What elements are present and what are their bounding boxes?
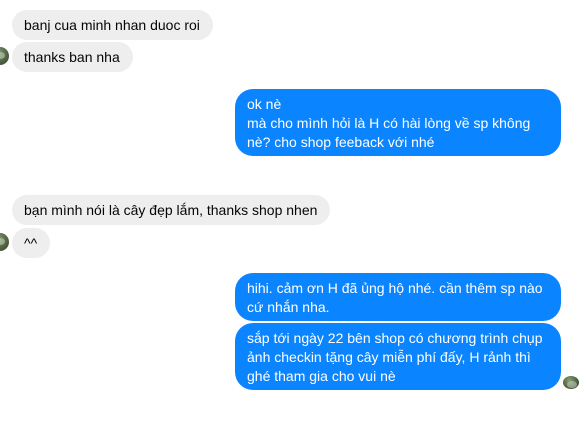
message-text: ^^ bbox=[24, 235, 38, 251]
incoming-message-bubble[interactable]: thanks ban nha bbox=[12, 42, 133, 72]
outgoing-message-bubble[interactable]: hihi. cảm ơn H đã ủng hộ nhé. cần thêm s… bbox=[235, 273, 561, 321]
message-text-line: ảnh checkin tặng cây miễn phí đấy, H rản… bbox=[247, 349, 531, 365]
message-text-line: ok nè bbox=[247, 96, 282, 112]
contact-avatar-icon[interactable] bbox=[0, 47, 9, 65]
outgoing-message-bubble[interactable]: ok nè mà cho mình hỏi là H có hài lòng v… bbox=[235, 89, 561, 156]
message-text: thanks ban nha bbox=[24, 49, 120, 65]
message-text: bạn mình nói là cây đẹp lắm, thanks shop… bbox=[24, 202, 318, 218]
seen-avatar-icon bbox=[563, 376, 579, 389]
incoming-message-bubble[interactable]: bạn mình nói là cây đẹp lắm, thanks shop… bbox=[12, 195, 330, 225]
message-text-line: nè? cho shop feeback với nhé bbox=[247, 134, 435, 150]
message-text-line: mà cho mình hỏi là H có hài lòng về sp k… bbox=[247, 115, 531, 131]
message-text-line: hihi. cảm ơn H đã ủng hộ nhé. cần thêm s… bbox=[247, 280, 543, 296]
message-text-line: cứ nhắn nha. bbox=[247, 299, 330, 315]
incoming-message-bubble[interactable]: ^^ bbox=[12, 228, 50, 258]
message-text-line: ghé tham gia cho vui nè bbox=[247, 368, 396, 384]
message-text: banj cua minh nhan duoc roi bbox=[24, 17, 200, 33]
incoming-message-bubble[interactable]: banj cua minh nhan duoc roi bbox=[12, 10, 213, 40]
outgoing-message-bubble[interactable]: sắp tới ngày 22 bên shop có chương trình… bbox=[235, 323, 561, 390]
contact-avatar-icon[interactable] bbox=[0, 233, 9, 251]
message-text-line: sắp tới ngày 22 bên shop có chương trình… bbox=[247, 330, 543, 346]
